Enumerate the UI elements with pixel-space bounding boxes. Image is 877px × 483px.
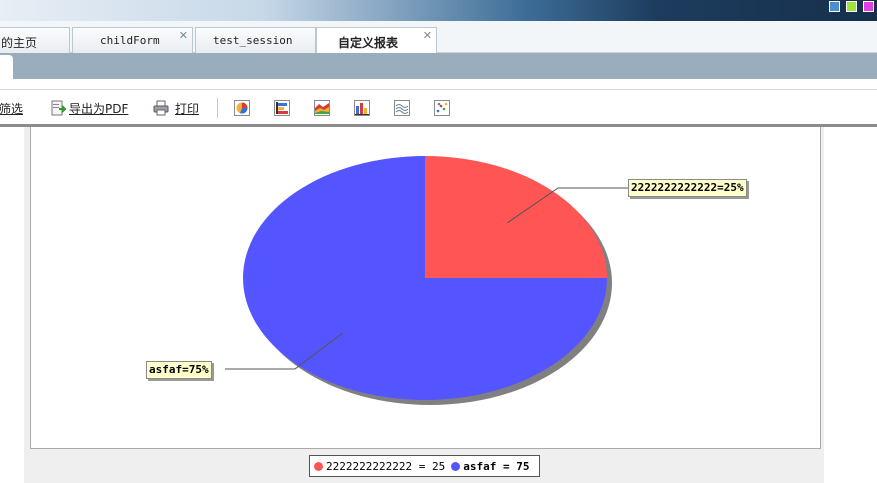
legend-swatch (451, 461, 461, 471)
legend-label: asfaf = 75 (463, 459, 530, 473)
legend-item: asfaf = 75 (451, 460, 529, 473)
legend-item: 2222222222222 = 25 (314, 460, 445, 473)
legend-label: 2222222222222 = 25 (326, 459, 446, 473)
pie-chart (225, 156, 628, 405)
chart-legend: 2222222222222 = 25 asfaf = 75 (309, 455, 541, 477)
slice-callout: 2222222222222=25% (628, 179, 747, 197)
legend-swatch (314, 461, 323, 471)
slice-callout: asfaf=75% (146, 361, 212, 379)
